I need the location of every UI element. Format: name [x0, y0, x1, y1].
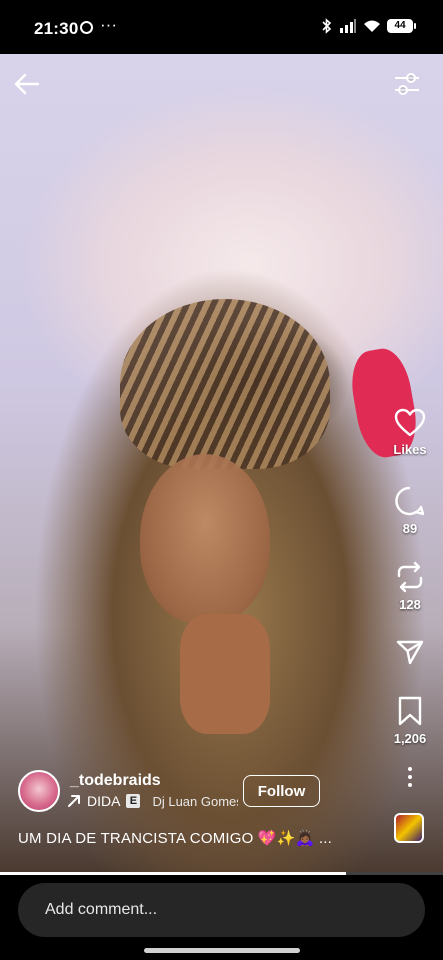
explicit-badge: E [126, 794, 141, 808]
share-action[interactable] [387, 638, 433, 666]
caption[interactable]: UM DIA DE TRANCISTA COMIGO 💖✨🙇🏾‍♀️ ... [18, 829, 332, 847]
bluetooth-icon [322, 18, 332, 34]
whatsapp-icon [80, 21, 93, 34]
follow-button[interactable]: Follow [243, 775, 320, 807]
bookmark-icon[interactable] [396, 695, 424, 727]
system-icons: 44 [321, 18, 416, 34]
signal-icon [340, 19, 356, 33]
likes-label: Likes [393, 442, 427, 457]
share-icon[interactable] [395, 638, 425, 666]
video-subject-face [140, 454, 270, 624]
more-icon[interactable] [406, 766, 414, 788]
heart-icon[interactable] [394, 408, 426, 438]
more-action[interactable] [387, 766, 433, 788]
comment-action[interactable]: 89 [387, 485, 433, 536]
avatar[interactable] [18, 770, 60, 812]
clock: 21:30 [34, 19, 79, 38]
save-action[interactable]: 1,206 [387, 695, 433, 746]
home-indicator[interactable] [144, 948, 300, 953]
comment-icon[interactable] [394, 485, 426, 517]
reposts-count: 128 [399, 597, 421, 612]
add-comment-input[interactable] [18, 883, 425, 937]
comments-count: 89 [402, 521, 418, 536]
video-subject-neck [180, 614, 270, 734]
repost-action[interactable]: 128 [387, 561, 433, 612]
back-arrow-icon[interactable] [12, 70, 42, 98]
status-bar: 21:30 ··· 44 [0, 0, 443, 54]
more-notifications-icon: ··· [100, 15, 117, 34]
like-action[interactable]: Likes [387, 408, 433, 457]
audio-artist: Dj Luan Gomes [152, 793, 239, 809]
wifi-icon [364, 20, 380, 32]
audio-row[interactable]: DIDA E Dj Luan Gomes [67, 793, 238, 809]
repost-icon[interactable] [394, 561, 426, 593]
battery-icon: 44 [387, 19, 416, 33]
comment-bar [0, 875, 443, 960]
trending-arrow-icon [68, 795, 80, 807]
reel-video[interactable] [0, 54, 443, 872]
username[interactable]: _todebraids [70, 772, 161, 790]
audio-thumbnail[interactable] [394, 813, 424, 843]
audio-title: DIDA [87, 793, 121, 809]
saves-count: 1,206 [393, 731, 427, 746]
video-subject-braids [120, 299, 330, 469]
filter-icon[interactable] [392, 70, 422, 98]
